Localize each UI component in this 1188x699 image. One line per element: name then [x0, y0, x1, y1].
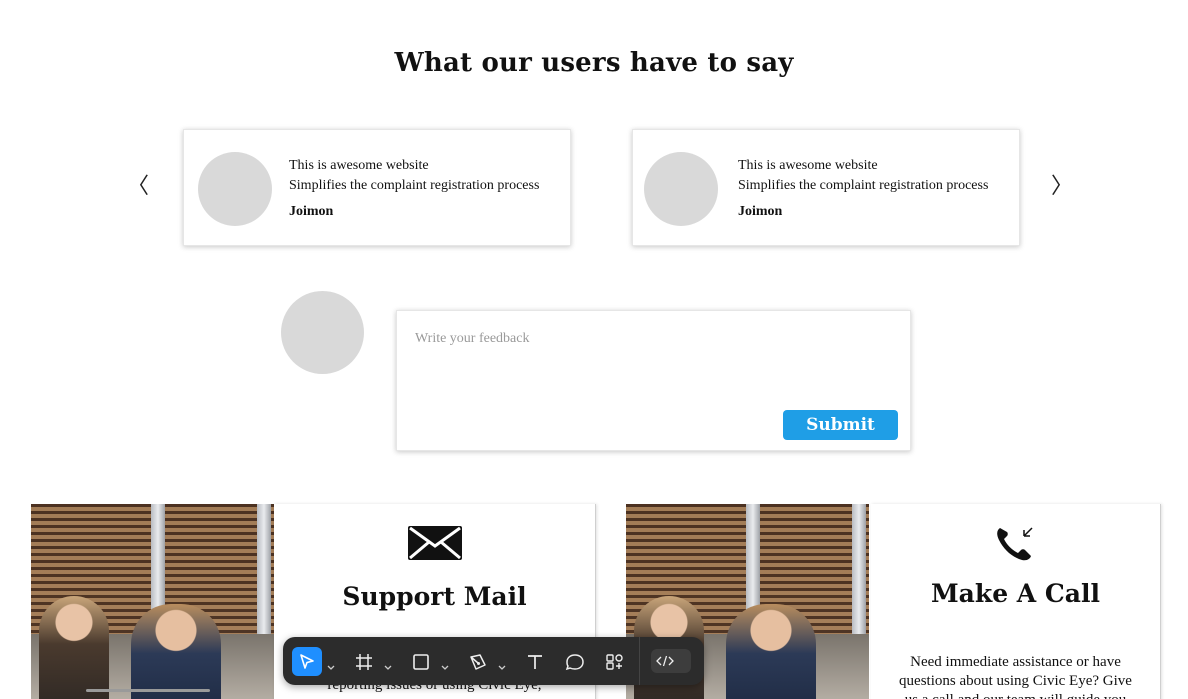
frame-tool-icon[interactable]	[355, 647, 373, 676]
pen-tool-icon[interactable]	[469, 647, 487, 676]
testimonial-text: This is awesome website Simplifies the c…	[289, 156, 539, 196]
comment-tool-icon[interactable]	[565, 647, 585, 676]
testimonial-card: This is awesome website Simplifies the c…	[632, 129, 1020, 246]
envelope-icon	[274, 526, 595, 560]
design-toolbar	[283, 637, 704, 685]
testimonial-line-1: This is awesome website	[738, 158, 878, 173]
frame-tool-chevron-down-icon[interactable]	[384, 656, 392, 675]
shape-tool-chevron-down-icon[interactable]	[441, 656, 449, 675]
actions-icon[interactable]	[605, 647, 625, 676]
phone-icon	[871, 524, 1160, 562]
feedback-card: Submit	[396, 310, 911, 451]
submit-button[interactable]: Submit	[783, 410, 898, 440]
testimonial-line-2: Simplifies the complaint registration pr…	[738, 178, 989, 193]
testimonial-card: This is awesome website Simplifies the c…	[183, 129, 571, 246]
move-tool-icon[interactable]	[292, 647, 322, 676]
avatar	[644, 152, 718, 226]
move-tool-chevron-down-icon[interactable]	[327, 656, 335, 675]
section-heading: What our users have to say	[394, 48, 794, 78]
make-call-info: Make A Call Need immediate assistance or…	[871, 504, 1161, 699]
users-photo	[31, 504, 274, 699]
testimonial-line-2: Simplifies the complaint registration pr…	[289, 178, 540, 193]
make-call-description: Need immediate assistance or have questi…	[899, 654, 1132, 699]
carousel-prev-button[interactable]: 〈	[127, 174, 149, 200]
user-avatar	[281, 291, 364, 374]
testimonial-author: Joimon	[289, 204, 334, 219]
avatar	[198, 152, 272, 226]
feedback-input[interactable]	[415, 331, 885, 391]
testimonial-line-1: This is awesome website	[289, 158, 429, 173]
text-tool-icon[interactable]	[526, 647, 544, 676]
horizontal-scrollbar[interactable]	[86, 689, 210, 692]
shape-tool-icon[interactable]	[412, 647, 430, 676]
make-call-panel: Make A Call Need immediate assistance or…	[626, 504, 1161, 699]
support-mail-title: Support Mail	[342, 582, 527, 611]
dev-mode-icon[interactable]	[651, 649, 691, 673]
make-call-title: Make A Call	[931, 579, 1100, 608]
toolbar-divider	[639, 637, 640, 685]
testimonial-text: This is awesome website Simplifies the c…	[738, 156, 988, 196]
testimonial-author: Joimon	[738, 204, 783, 219]
pen-tool-chevron-down-icon[interactable]	[498, 656, 506, 675]
carousel-next-button[interactable]: 〉	[1051, 174, 1073, 200]
